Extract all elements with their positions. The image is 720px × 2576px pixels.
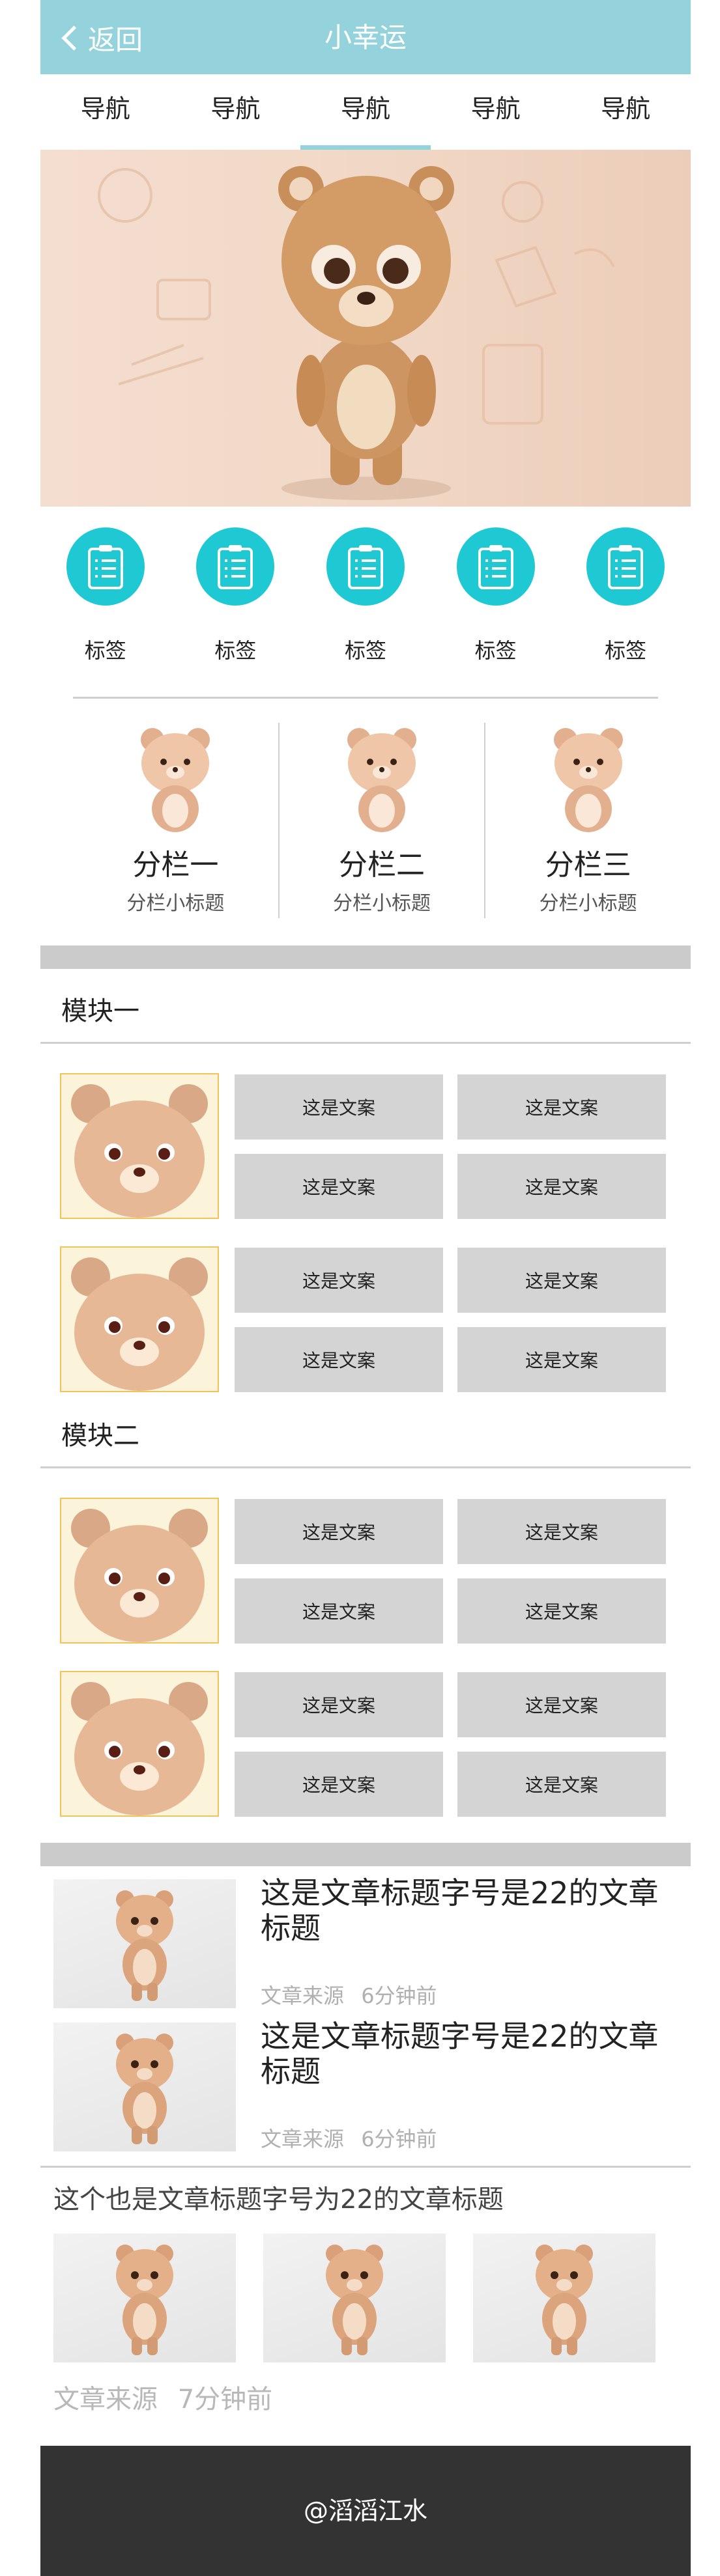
- bear-face-icon: [71, 1257, 208, 1391]
- copy-cell[interactable]: 这是文案: [457, 1154, 666, 1219]
- clipboard-icon: [196, 527, 275, 606]
- column-title: 分栏二: [339, 848, 425, 882]
- teddy-bear-icon: [116, 2034, 173, 2144]
- copy-cell[interactable]: 这是文案: [235, 1672, 443, 1737]
- article-title[interactable]: 这是文章标题字号是22的文章标题: [261, 2019, 678, 2089]
- copy-cell[interactable]: 这是文案: [235, 1752, 443, 1817]
- teddy-bear-illustration: [98, 166, 615, 500]
- copy-cell[interactable]: 这是文案: [235, 1499, 443, 1564]
- page: 返回 小幸运 导航 导航 导航 导航 导航 标签 标签 标签 标签 标签 分栏一…: [40, 0, 691, 2576]
- divider: [40, 2166, 691, 2168]
- gallery-image[interactable]: [53, 2233, 236, 2362]
- article-source: 文章来源: [261, 2127, 345, 2151]
- icon-label: 标签: [605, 638, 647, 663]
- nav-tabs: 导航 导航 导航 导航 导航: [40, 74, 691, 150]
- bear-face-icon: [71, 1509, 208, 1642]
- copy-cell[interactable]: 这是文案: [457, 1248, 666, 1313]
- nav-tab-1[interactable]: 导航: [40, 74, 171, 150]
- bear-avatar-icon: [347, 728, 416, 832]
- article-time: 6分钟前: [361, 1983, 437, 2008]
- article-image[interactable]: [53, 2023, 236, 2151]
- article-time: 6分钟前: [361, 2127, 437, 2151]
- column-title: 分栏一: [132, 848, 219, 882]
- module-thumbnail[interactable]: [60, 1671, 219, 1817]
- copy-cell[interactable]: 这是文案: [457, 1499, 666, 1564]
- article-title[interactable]: 这是文章标题字号是22的文章标题: [261, 1875, 678, 1946]
- icon-label: 标签: [84, 638, 126, 663]
- footer: @滔滔江水: [40, 2446, 691, 2576]
- clipboard-icon: [326, 527, 405, 606]
- bear-face-icon: [71, 1682, 208, 1815]
- section-separator: [40, 945, 691, 969]
- copy-cell[interactable]: 这是文案: [457, 1578, 666, 1644]
- gallery-image[interactable]: [263, 2233, 446, 2362]
- column-subtitle: 分栏小标题: [333, 892, 431, 915]
- column-card-1[interactable]: 分栏一 分栏小标题: [73, 723, 278, 918]
- column-subtitle: 分栏小标题: [126, 892, 225, 915]
- icon-tile[interactable]: 标签: [300, 527, 431, 684]
- column-section: 分栏一 分栏小标题 分栏二 分栏小标题 分栏三 分栏小标题: [73, 723, 691, 918]
- teddy-bear-icon: [536, 2245, 593, 2355]
- nav-tab-5[interactable]: 导航: [560, 74, 691, 150]
- nav-tab-3[interactable]: 导航: [300, 74, 431, 150]
- clipboard-icon: [586, 527, 665, 606]
- column-subtitle: 分栏小标题: [539, 892, 637, 915]
- copy-cell[interactable]: 这是文案: [235, 1248, 443, 1313]
- copy-cell[interactable]: 这是文案: [235, 1154, 443, 1219]
- teddy-bear-icon: [116, 2245, 173, 2355]
- article-time: 7分钟前: [177, 2385, 273, 2415]
- gallery-article-meta: 文章来源 7分钟前: [53, 2378, 272, 2416]
- copy-cell[interactable]: 这是文案: [457, 1672, 666, 1737]
- copy-cell[interactable]: 这是文案: [457, 1752, 666, 1817]
- divider: [73, 697, 658, 699]
- icon-tile[interactable]: 标签: [40, 527, 171, 684]
- top-bar: 返回 小幸运: [40, 0, 691, 74]
- bear-avatar-icon: [141, 728, 210, 832]
- icon-tile[interactable]: 标签: [171, 527, 301, 684]
- icon-tile[interactable]: 标签: [431, 527, 561, 684]
- article-source: 文章来源: [261, 1983, 345, 2008]
- module-thumbnail[interactable]: [60, 1246, 219, 1392]
- module-title: 模块一: [61, 996, 139, 1026]
- icon-label: 标签: [474, 638, 517, 663]
- icon-tile[interactable]: 标签: [560, 527, 691, 684]
- module-thumbnail[interactable]: [60, 1498, 219, 1644]
- bear-face-icon: [71, 1084, 208, 1218]
- column-card-2[interactable]: 分栏二 分栏小标题: [278, 723, 485, 918]
- module-thumbnail[interactable]: [60, 1073, 219, 1219]
- clipboard-icon: [456, 527, 535, 606]
- footer-text: @滔滔江水: [303, 2497, 427, 2525]
- article-meta: 文章来源 6分钟前: [261, 2123, 437, 2153]
- divider: [40, 1466, 691, 1468]
- copy-cell[interactable]: 这是文案: [235, 1578, 443, 1644]
- copy-cell[interactable]: 这是文案: [457, 1327, 666, 1392]
- icon-label: 标签: [344, 638, 386, 663]
- gallery-article-title[interactable]: 这个也是文章标题字号为22的文章标题: [53, 2181, 504, 2218]
- icon-label-row: 标签 标签 标签 标签 标签: [40, 527, 691, 684]
- bear-avatar-icon: [553, 728, 623, 832]
- article-meta: 文章来源 6分钟前: [261, 1980, 437, 2009]
- copy-cell[interactable]: 这是文案: [235, 1327, 443, 1392]
- divider: [40, 1042, 691, 1044]
- clipboard-icon: [66, 527, 145, 606]
- teddy-bear-icon: [116, 1890, 173, 2001]
- page-title: 小幸运: [324, 21, 407, 53]
- banner-image[interactable]: [40, 150, 691, 507]
- article-source: 文章来源: [53, 2385, 158, 2415]
- nav-tab-4[interactable]: 导航: [431, 74, 561, 150]
- column-card-3[interactable]: 分栏三 分栏小标题: [484, 723, 691, 918]
- column-title: 分栏三: [545, 848, 631, 882]
- icon-label: 标签: [214, 638, 257, 663]
- nav-tab-2[interactable]: 导航: [171, 74, 301, 150]
- teddy-bear-icon: [326, 2245, 383, 2355]
- article-image[interactable]: [53, 1879, 236, 2008]
- gallery-image[interactable]: [473, 2233, 655, 2362]
- module-title: 模块二: [61, 1421, 139, 1451]
- copy-cell[interactable]: 这是文案: [457, 1074, 666, 1140]
- section-separator: [40, 1843, 691, 1866]
- copy-cell[interactable]: 这是文案: [235, 1074, 443, 1140]
